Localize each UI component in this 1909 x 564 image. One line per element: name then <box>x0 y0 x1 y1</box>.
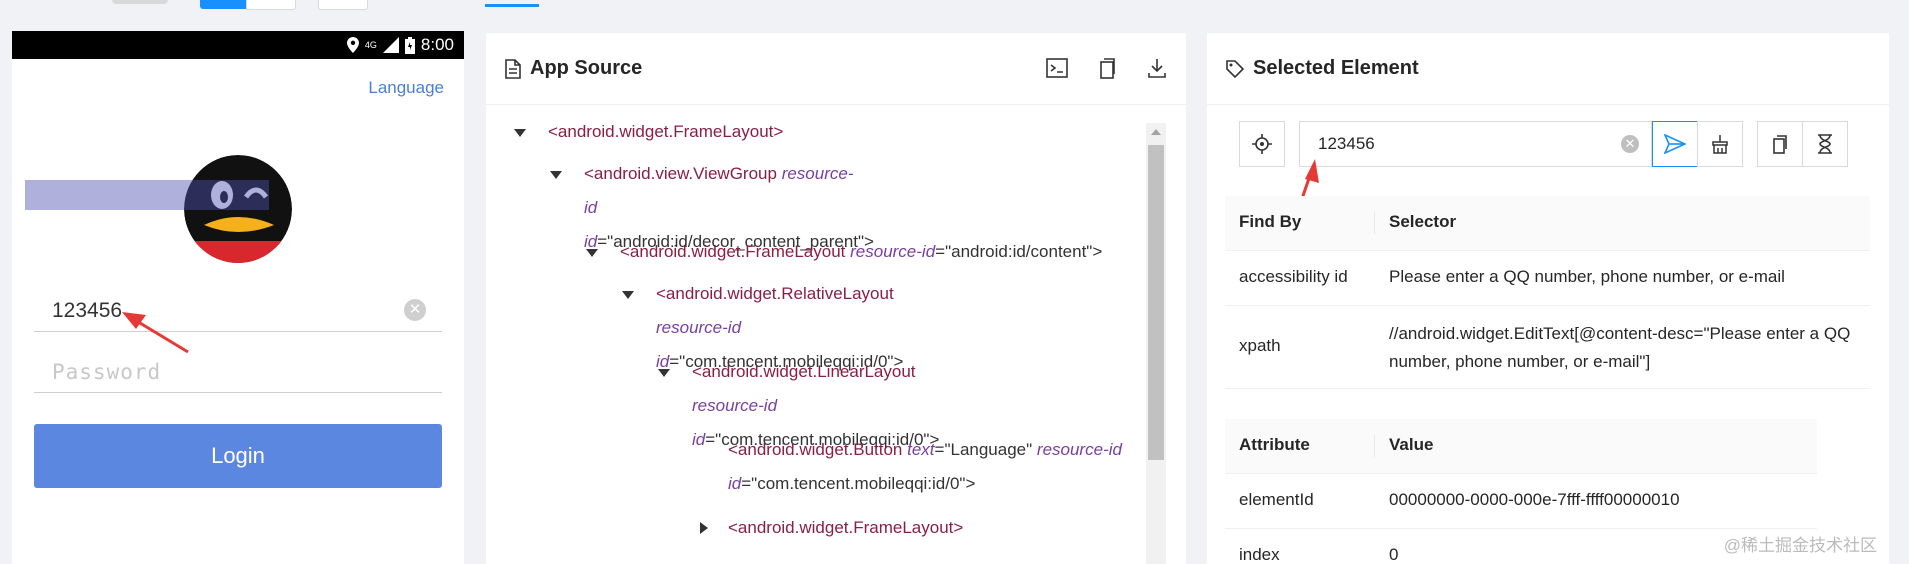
download-icon[interactable] <box>1146 57 1168 79</box>
node-tag: <android.view.ViewGroup <box>584 164 777 183</box>
element-highlight <box>25 180 269 210</box>
caret-down-icon[interactable] <box>658 369 670 377</box>
column-header: Attribute <box>1239 435 1310 454</box>
username-field[interactable]: 123456 ✕ <box>34 293 442 332</box>
copy-attributes-button[interactable] <box>1757 121 1803 167</box>
column-header: Value <box>1389 435 1434 454</box>
node-attr-value: "com.tencent.mobileqqi:id/0"> <box>751 474 976 493</box>
send-keys-input[interactable]: 123456 ✕ <box>1299 121 1652 167</box>
network-label: 4G <box>364 40 377 50</box>
watermark: @稀土掘金技术社区 <box>1723 536 1877 555</box>
send-keys-button[interactable] <box>1652 121 1698 167</box>
top-toolbar <box>0 0 1909 14</box>
locate-button[interactable] <box>1239 121 1285 167</box>
node-attr-value: "Language" <box>944 440 1033 459</box>
mode-toggle[interactable] <box>112 0 168 4</box>
table-row[interactable]: xpath //android.widget.EditText[@content… <box>1225 306 1870 389</box>
app-source-panel: App Source <android.widget.FrameLayout> … <box>486 33 1186 564</box>
clear-button[interactable] <box>1697 121 1743 167</box>
node-attr-name: resource-id <box>656 318 742 337</box>
node-tag: <android.widget.LinearLayout <box>692 362 916 381</box>
attribute-value-cell: 00000000-0000-000e-7fff-ffff00000010 <box>1389 490 1680 509</box>
attribute-name-cell: elementId <box>1239 490 1314 509</box>
node-attr-name: resource-id <box>850 242 936 261</box>
selected-element-header: Selected Element <box>1207 33 1889 105</box>
column-header: Find By <box>1239 212 1302 231</box>
find-by-table: Find By Selector accessibility id Please… <box>1225 196 1870 389</box>
password-placeholder: Password <box>52 360 162 384</box>
login-button[interactable]: Login <box>34 424 442 488</box>
find-by-cell: accessibility id <box>1239 267 1348 286</box>
node-tag: <android.widget.FrameLayout> <box>548 122 784 141</box>
send-icon <box>1664 134 1686 154</box>
timing-button[interactable] <box>1802 121 1848 167</box>
active-tab-indicator <box>485 4 539 7</box>
caret-down-icon[interactable] <box>586 249 598 257</box>
app-source-title: App Source <box>530 57 643 79</box>
copy-icon[interactable] <box>1096 57 1118 79</box>
node-tag: <android.widget.FrameLayout <box>620 242 846 261</box>
crosshair-icon <box>1252 134 1272 154</box>
node-tag: <android.widget.RelativeLayout <box>656 284 894 303</box>
selected-element-title: Selected Element <box>1253 57 1419 79</box>
password-field[interactable]: Password <box>34 354 442 393</box>
file-icon <box>505 58 521 79</box>
find-by-cell: xpath <box>1239 336 1281 355</box>
username-value: 123456 <box>52 299 123 322</box>
attribute-name-cell: index <box>1239 545 1280 564</box>
caret-down-icon[interactable] <box>514 129 526 137</box>
tree-node[interactable]: <android.widget.FrameLayout resource-id=… <box>586 235 1103 269</box>
table-header: Find By Selector <box>1225 196 1870 251</box>
selector-cell[interactable]: Please enter a QQ number, phone number, … <box>1389 267 1860 287</box>
source-tree: <android.widget.FrameLayout> <android.vi… <box>486 105 1141 564</box>
send-keys-value: 123456 <box>1318 134 1375 153</box>
app-source-header: App Source <box>486 33 1186 105</box>
caret-down-icon[interactable] <box>550 171 562 179</box>
node-attr-name: text <box>907 440 935 459</box>
scroll-thumb[interactable] <box>1148 145 1164 460</box>
node-tag: <android.widget.Button <box>728 440 903 459</box>
clock: 8:00 <box>420 35 454 54</box>
battery-icon <box>404 36 415 54</box>
selected-element-panel: Selected Element 123456 ✕ Find By Select… <box>1207 33 1889 564</box>
caret-down-icon[interactable] <box>622 291 634 299</box>
broom-icon <box>1712 135 1728 154</box>
table-row[interactable]: elementId 00000000-0000-000e-7fff-ffff00… <box>1225 474 1817 529</box>
caret-right-icon[interactable] <box>700 522 708 534</box>
toolbar-button[interactable] <box>318 0 368 10</box>
clear-icon[interactable]: ✕ <box>404 299 426 321</box>
scroll-up-icon[interactable] <box>1151 129 1161 135</box>
signal-icon <box>382 37 399 53</box>
selector-cell[interactable]: //android.widget.EditText[@content-desc=… <box>1389 320 1860 376</box>
tag-icon <box>1226 59 1245 78</box>
node-tag: <android.widget.FrameLayout> <box>728 518 964 537</box>
location-icon <box>346 37 359 53</box>
segment-button-active[interactable] <box>200 0 246 9</box>
column-header: Selector <box>1389 212 1457 231</box>
device-screenshot[interactable]: 4G 8:00 Language 123456 ✕ Password Login <box>12 31 464 564</box>
table-row[interactable]: accessibility id Please enter a QQ numbe… <box>1225 251 1870 306</box>
clear-icon[interactable]: ✕ <box>1621 135 1639 153</box>
language-link[interactable]: Language <box>368 78 444 98</box>
hourglass-icon <box>1818 134 1832 154</box>
table-header: Attribute Value <box>1225 419 1817 474</box>
copy-icon <box>1773 135 1787 154</box>
status-bar: 4G 8:00 <box>12 31 464 59</box>
node-attr-name: resource-id <box>692 396 778 415</box>
terminal-icon[interactable] <box>1046 57 1068 79</box>
tree-node[interactable]: <android.widget.FrameLayout> <box>698 511 963 545</box>
node-attr-name: resource-id <box>1036 440 1122 459</box>
tree-node-selected[interactable]: <android.widget.Button text="Language" r… <box>728 433 1141 501</box>
tree-node[interactable]: <android.widget.FrameLayout> <box>514 115 784 149</box>
segment-button[interactable] <box>246 0 296 10</box>
node-attr-value: "android:id/content"> <box>945 242 1103 261</box>
